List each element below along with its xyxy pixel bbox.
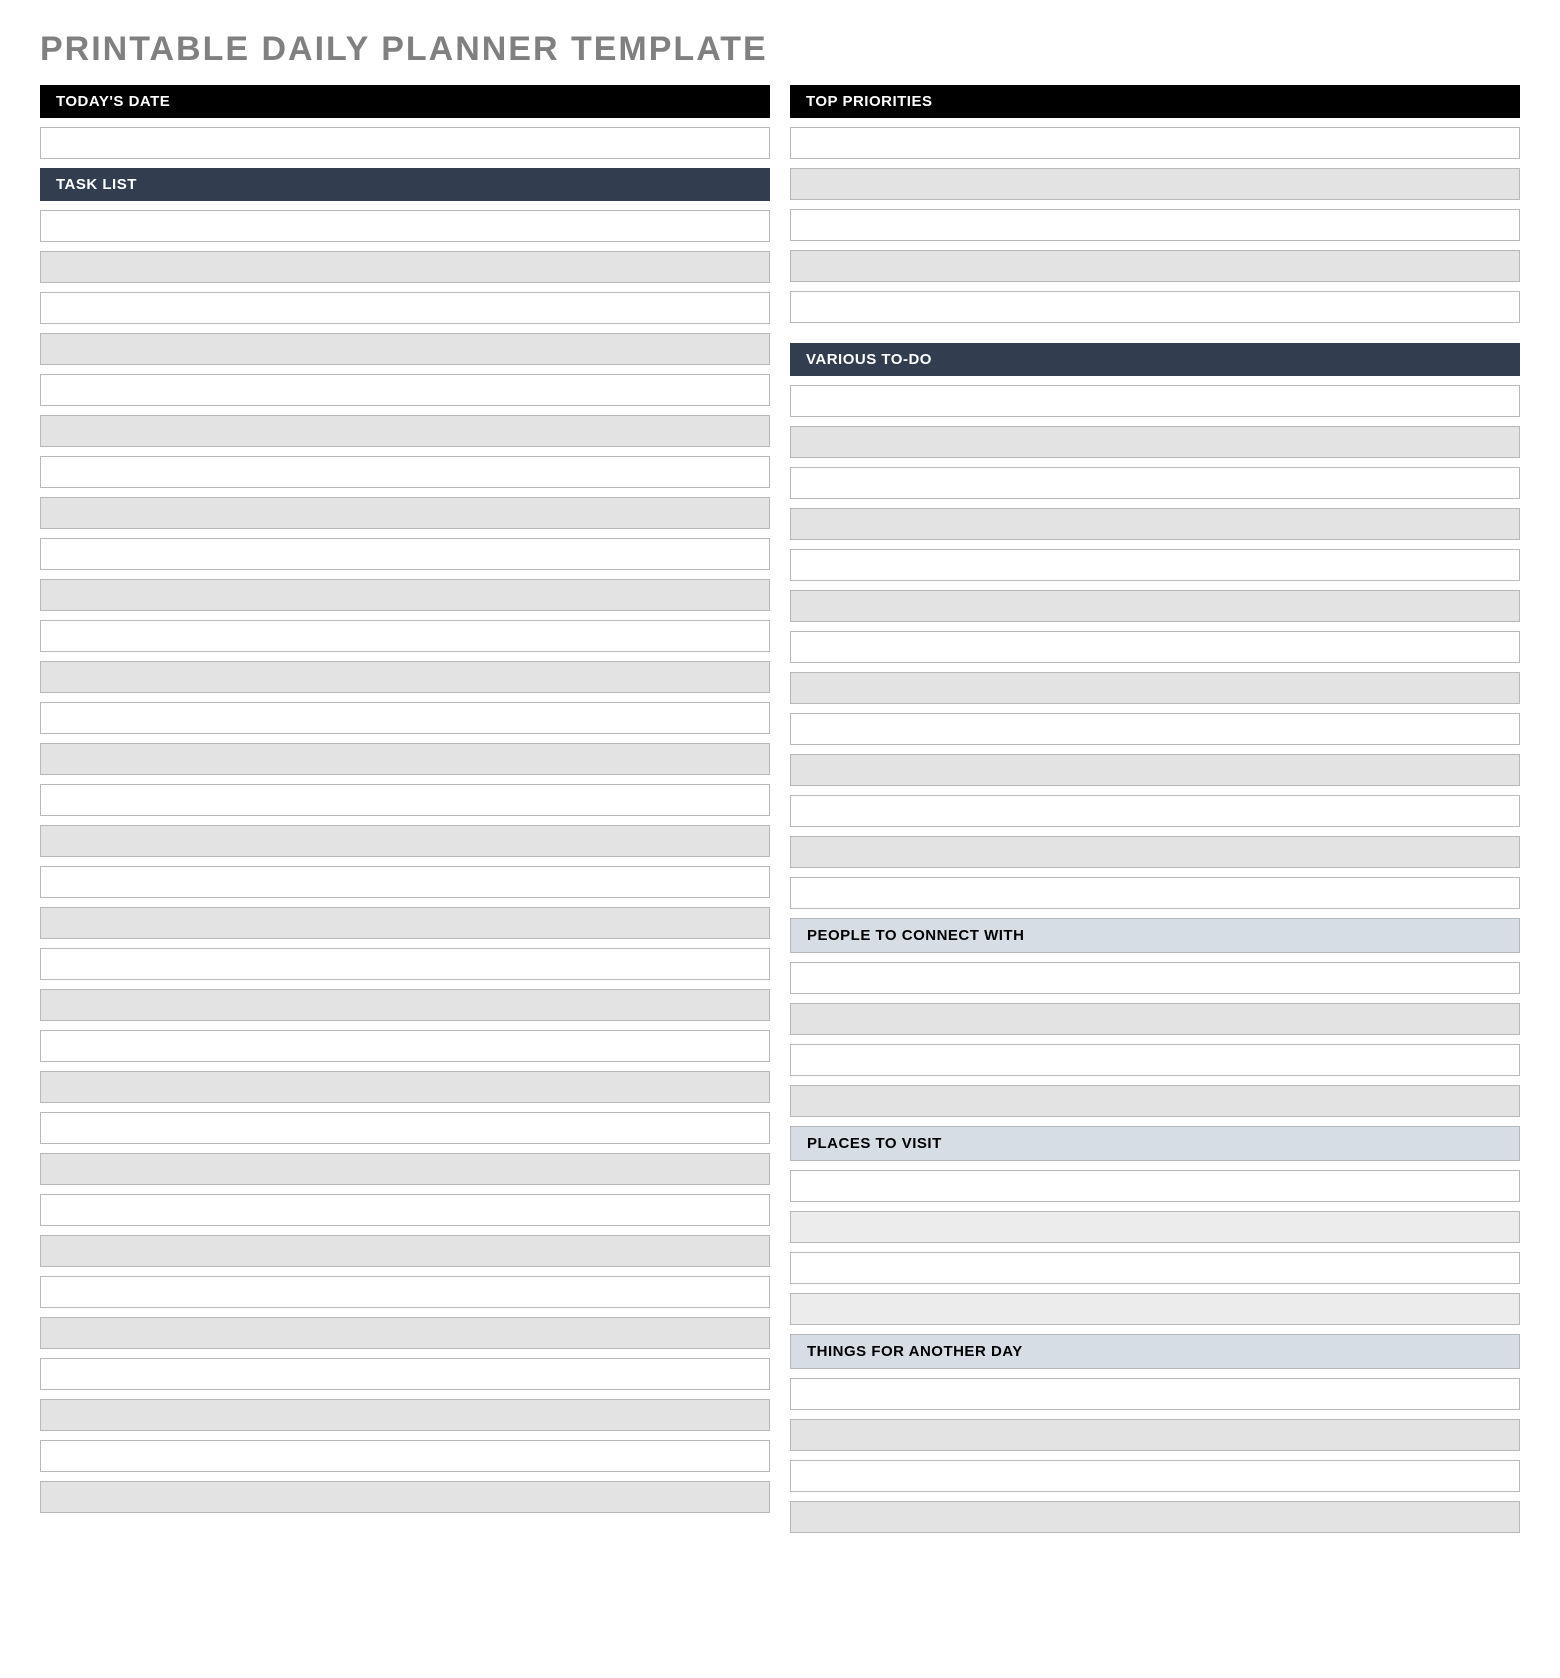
things-another-day-header: THINGS FOR ANOTHER DAY [790,1334,1520,1369]
task-row[interactable] [40,743,770,775]
task-row[interactable] [40,784,770,816]
another-day-row[interactable] [790,1460,1520,1492]
places-row[interactable] [790,1170,1520,1202]
task-row[interactable] [40,374,770,406]
priority-row[interactable] [790,168,1520,200]
priority-row[interactable] [790,127,1520,159]
todo-row[interactable] [790,754,1520,786]
left-column: TODAY'S DATE TASK LIST [40,85,770,1533]
todo-row[interactable] [790,467,1520,499]
task-row[interactable] [40,866,770,898]
priority-row[interactable] [790,250,1520,282]
another-day-row[interactable] [790,1378,1520,1410]
task-row[interactable] [40,292,770,324]
task-row[interactable] [40,251,770,283]
task-row[interactable] [40,579,770,611]
various-todo-header: VARIOUS TO-DO [790,343,1520,376]
priority-row[interactable] [790,291,1520,323]
task-row[interactable] [40,415,770,447]
spacer [790,332,1520,334]
places-row[interactable] [790,1293,1520,1325]
todo-row[interactable] [790,426,1520,458]
task-list-header: TASK LIST [40,168,770,201]
task-row[interactable] [40,825,770,857]
task-row[interactable] [40,661,770,693]
todo-row[interactable] [790,385,1520,417]
task-row[interactable] [40,1071,770,1103]
top-priorities-header: TOP PRIORITIES [790,85,1520,118]
task-row[interactable] [40,1481,770,1513]
todo-row[interactable] [790,590,1520,622]
todays-date-header: TODAY'S DATE [40,85,770,118]
people-row[interactable] [790,1085,1520,1117]
priority-row[interactable] [790,209,1520,241]
right-column: TOP PRIORITIES VARIOUS TO-DO PEOPLE TO C… [790,85,1520,1533]
task-row[interactable] [40,1399,770,1431]
task-row[interactable] [40,210,770,242]
task-row[interactable] [40,1440,770,1472]
task-row[interactable] [40,907,770,939]
people-connect-header: PEOPLE TO CONNECT WITH [790,918,1520,953]
task-row[interactable] [40,1317,770,1349]
page-title: PRINTABLE DAILY PLANNER TEMPLATE [40,30,1520,69]
another-day-row[interactable] [790,1501,1520,1533]
task-row[interactable] [40,538,770,570]
task-row[interactable] [40,620,770,652]
todo-row[interactable] [790,877,1520,909]
task-row[interactable] [40,1153,770,1185]
todo-row[interactable] [790,631,1520,663]
people-row[interactable] [790,1044,1520,1076]
places-row[interactable] [790,1211,1520,1243]
todo-row[interactable] [790,672,1520,704]
todo-row[interactable] [790,836,1520,868]
task-row[interactable] [40,1235,770,1267]
todo-row[interactable] [790,549,1520,581]
another-day-row[interactable] [790,1419,1520,1451]
task-row[interactable] [40,1276,770,1308]
people-row[interactable] [790,962,1520,994]
task-row[interactable] [40,456,770,488]
task-row[interactable] [40,1112,770,1144]
places-row[interactable] [790,1252,1520,1284]
task-row[interactable] [40,333,770,365]
task-row[interactable] [40,1358,770,1390]
task-row[interactable] [40,702,770,734]
people-row[interactable] [790,1003,1520,1035]
planner-columns: TODAY'S DATE TASK LIST [40,85,1520,1533]
task-row[interactable] [40,1194,770,1226]
task-row[interactable] [40,1030,770,1062]
todo-row[interactable] [790,795,1520,827]
task-row[interactable] [40,948,770,980]
task-row[interactable] [40,989,770,1021]
todays-date-row[interactable] [40,127,770,159]
task-row[interactable] [40,497,770,529]
todo-row[interactable] [790,713,1520,745]
places-visit-header: PLACES TO VISIT [790,1126,1520,1161]
todo-row[interactable] [790,508,1520,540]
